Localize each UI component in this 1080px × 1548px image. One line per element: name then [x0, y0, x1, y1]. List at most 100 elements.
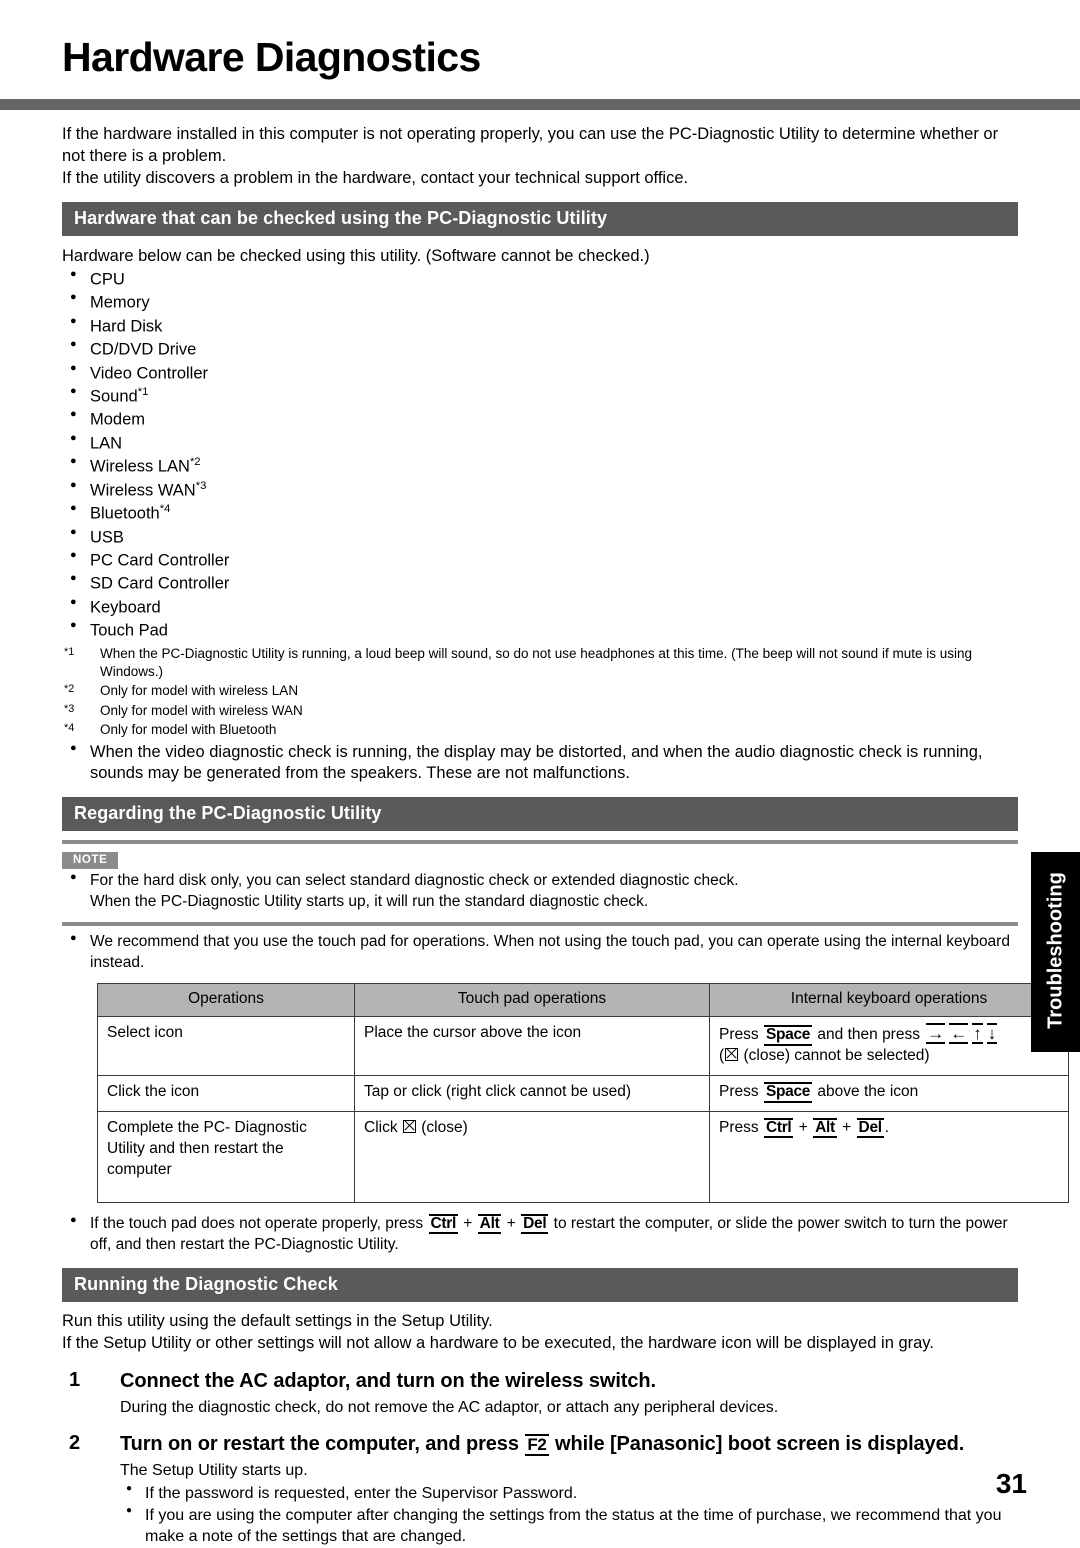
substep-item: If you are using the computer after chan…: [120, 1504, 1018, 1548]
note-bullet-hard-disk: For the hard disk only, you can select s…: [62, 870, 1018, 913]
hardware-item-label: Touch Pad: [90, 621, 168, 640]
footnote-marker-text: *4: [64, 722, 75, 735]
hardware-item-label: Wireless WAN: [90, 481, 196, 500]
touchpad-failure-bullet: If the touch pad does not operate proper…: [62, 1213, 1018, 1256]
step-2-substeps: If the password is requested, enter the …: [120, 1482, 1018, 1548]
cell-touchpad: Tap or click (right click cannot be used…: [354, 1075, 710, 1113]
section-heading-running: Running the Diagnostic Check: [62, 1267, 1018, 1302]
step-title-pre: Turn on or restart the computer, and pre…: [120, 1433, 519, 1456]
column-header-touchpad: Touch pad operations: [354, 983, 710, 1018]
footnotes-block: *1 When the PC-Diagnostic Utility is run…: [62, 645, 1018, 740]
keyboard-post-text: (close) cannot be selected): [743, 1047, 930, 1065]
keyboard-post-text: .: [884, 1119, 890, 1137]
step-number: 1: [69, 1368, 81, 1391]
footnote-marker: *2: [64, 682, 74, 703]
table-header-row: Operations Touch pad operations Internal…: [97, 983, 1069, 1018]
section-heading-regarding: Regarding the PC-Diagnostic Utility: [62, 797, 1018, 832]
list-item: Touch Pad: [62, 618, 1018, 642]
list-item: Wireless LAN*2: [62, 454, 1018, 478]
step-body: The Setup Utility starts up.: [120, 1462, 308, 1480]
hardware-item-label: Video Controller: [90, 364, 209, 382]
keyboard-mid-text: and then press: [817, 1026, 920, 1044]
cell-operation: Click the icon: [97, 1075, 355, 1113]
list-item: PC Card Controller: [62, 548, 1018, 572]
list-item: Video Controller: [62, 360, 1018, 385]
list-item: Keyboard: [62, 595, 1018, 619]
key-ctrl: Ctrl: [428, 1214, 458, 1235]
operations-table: Operations Touch pad operations Internal…: [97, 983, 1069, 1204]
step-2: 2 Turn on or restart the computer, and p…: [62, 1432, 1018, 1548]
keyboard-pre-text: Press: [719, 1026, 759, 1044]
list-item: Modem: [62, 407, 1018, 431]
arrow-right-key: →: [926, 1023, 946, 1045]
footnote-text: Only for model with wireless WAN: [100, 702, 303, 718]
side-tab-troubleshooting: Troubleshooting: [1031, 852, 1080, 1052]
hardware-item-label: Wireless LAN: [90, 457, 190, 476]
hardware-item-label: LAN: [90, 434, 123, 453]
keyboard-pre-text: Press: [719, 1083, 759, 1101]
key-alt: Alt: [477, 1214, 502, 1235]
hardware-item-label: SD Card Controller: [90, 574, 230, 593]
side-tab-label: Troubleshooting: [1044, 872, 1066, 1029]
intro-paragraph-1: If the hardware installed in this comput…: [62, 125, 999, 165]
hardware-item-label: Sound: [90, 387, 138, 406]
list-item: CPU: [62, 267, 1018, 291]
page-number: 31: [995, 1468, 1027, 1499]
footnote-text: When the PC-Diagnostic Utility is runnin…: [100, 645, 972, 680]
key-del: Del: [521, 1214, 549, 1235]
list-item: USB: [62, 525, 1018, 549]
list-item: Bluetooth*4: [62, 501, 1018, 525]
column-header-operations: Operations: [97, 983, 355, 1018]
cell-touchpad: Click (close): [354, 1111, 710, 1204]
footnote-marker: *3: [64, 702, 74, 723]
key-alt: Alt: [813, 1118, 837, 1139]
key-f2: F2: [525, 1434, 549, 1456]
step-number: 2: [69, 1432, 81, 1455]
keyboard-pre-text: Press: [719, 1119, 759, 1137]
touchpad-post-text: (close): [421, 1119, 468, 1137]
hardware-item-label: USB: [90, 528, 124, 547]
hardware-item-label: Hard Disk: [90, 317, 163, 336]
footnote-row: *3 Only for model with wireless WAN: [62, 702, 1018, 720]
keyboard-post-open-paren: (: [719, 1047, 725, 1065]
table-row: Select icon Place the cursor above the i…: [97, 1016, 1069, 1077]
footnote-ref: *3: [195, 479, 207, 492]
column-header-keyboard: Internal keyboard operations: [709, 983, 1069, 1018]
cell-keyboard: Press Space above the icon: [709, 1075, 1069, 1113]
close-icon: [402, 1120, 416, 1134]
key-space: Space: [763, 1025, 813, 1046]
hardware-item-label: Modem: [90, 410, 146, 429]
key-del: Del: [856, 1118, 884, 1139]
footnote-marker-text: *3: [64, 702, 75, 715]
table-row: Complete the PC- Diagnostic Utility and …: [97, 1111, 1069, 1204]
note-bullet-line-1: For the hard disk only, you can select s…: [90, 872, 739, 890]
footnote-text: Only for model with wireless LAN: [100, 683, 299, 699]
page-title: Hardware Diagnostics: [62, 34, 481, 80]
arrow-up-key: ↑: [972, 1023, 983, 1045]
cell-operation: Select icon: [97, 1016, 355, 1077]
note-bullet-line-2: When the PC-Diagnostic Utility starts up…: [90, 893, 649, 911]
hardware-item-label: CD/DVD Drive: [90, 340, 197, 359]
hardware-item-label: Bluetooth: [90, 504, 160, 523]
list-item: Sound*1: [62, 384, 1018, 408]
step-title-post: while [Panasonic] boot screen is display…: [555, 1433, 965, 1456]
touchpad-pre-text: Click: [364, 1119, 398, 1137]
footnote-text: Only for model with Bluetooth: [100, 722, 277, 738]
footnote-row: *2 Only for model with wireless LAN: [62, 682, 1018, 700]
arrow-down-key: ↓: [986, 1023, 998, 1045]
cell-operation: Complete the PC- Diagnostic Utility and …: [97, 1111, 355, 1204]
cell-keyboard: Press Ctrl + Alt + Del.: [709, 1111, 1069, 1204]
list-item: SD Card Controller: [62, 571, 1018, 595]
cell-touchpad: Place the cursor above the icon: [354, 1016, 710, 1077]
note-divider-top: [62, 840, 1018, 845]
section-heading-hardware: Hardware that can be checked using the P…: [62, 201, 1018, 236]
step-body: During the diagnostic check, do not remo…: [120, 1398, 779, 1416]
note-divider-middle: [62, 921, 1018, 926]
close-icon: [725, 1048, 739, 1062]
running-lead-1: Run this utility using the default setti…: [62, 1311, 493, 1330]
keyboard-mid-text: above the icon: [817, 1083, 919, 1101]
key-space: Space: [763, 1082, 813, 1103]
intro-paragraph-2: If the utility discovers a problem in th…: [62, 168, 689, 187]
note-badge: NOTE: [62, 852, 119, 870]
list-item: Hard Disk: [62, 314, 1018, 338]
